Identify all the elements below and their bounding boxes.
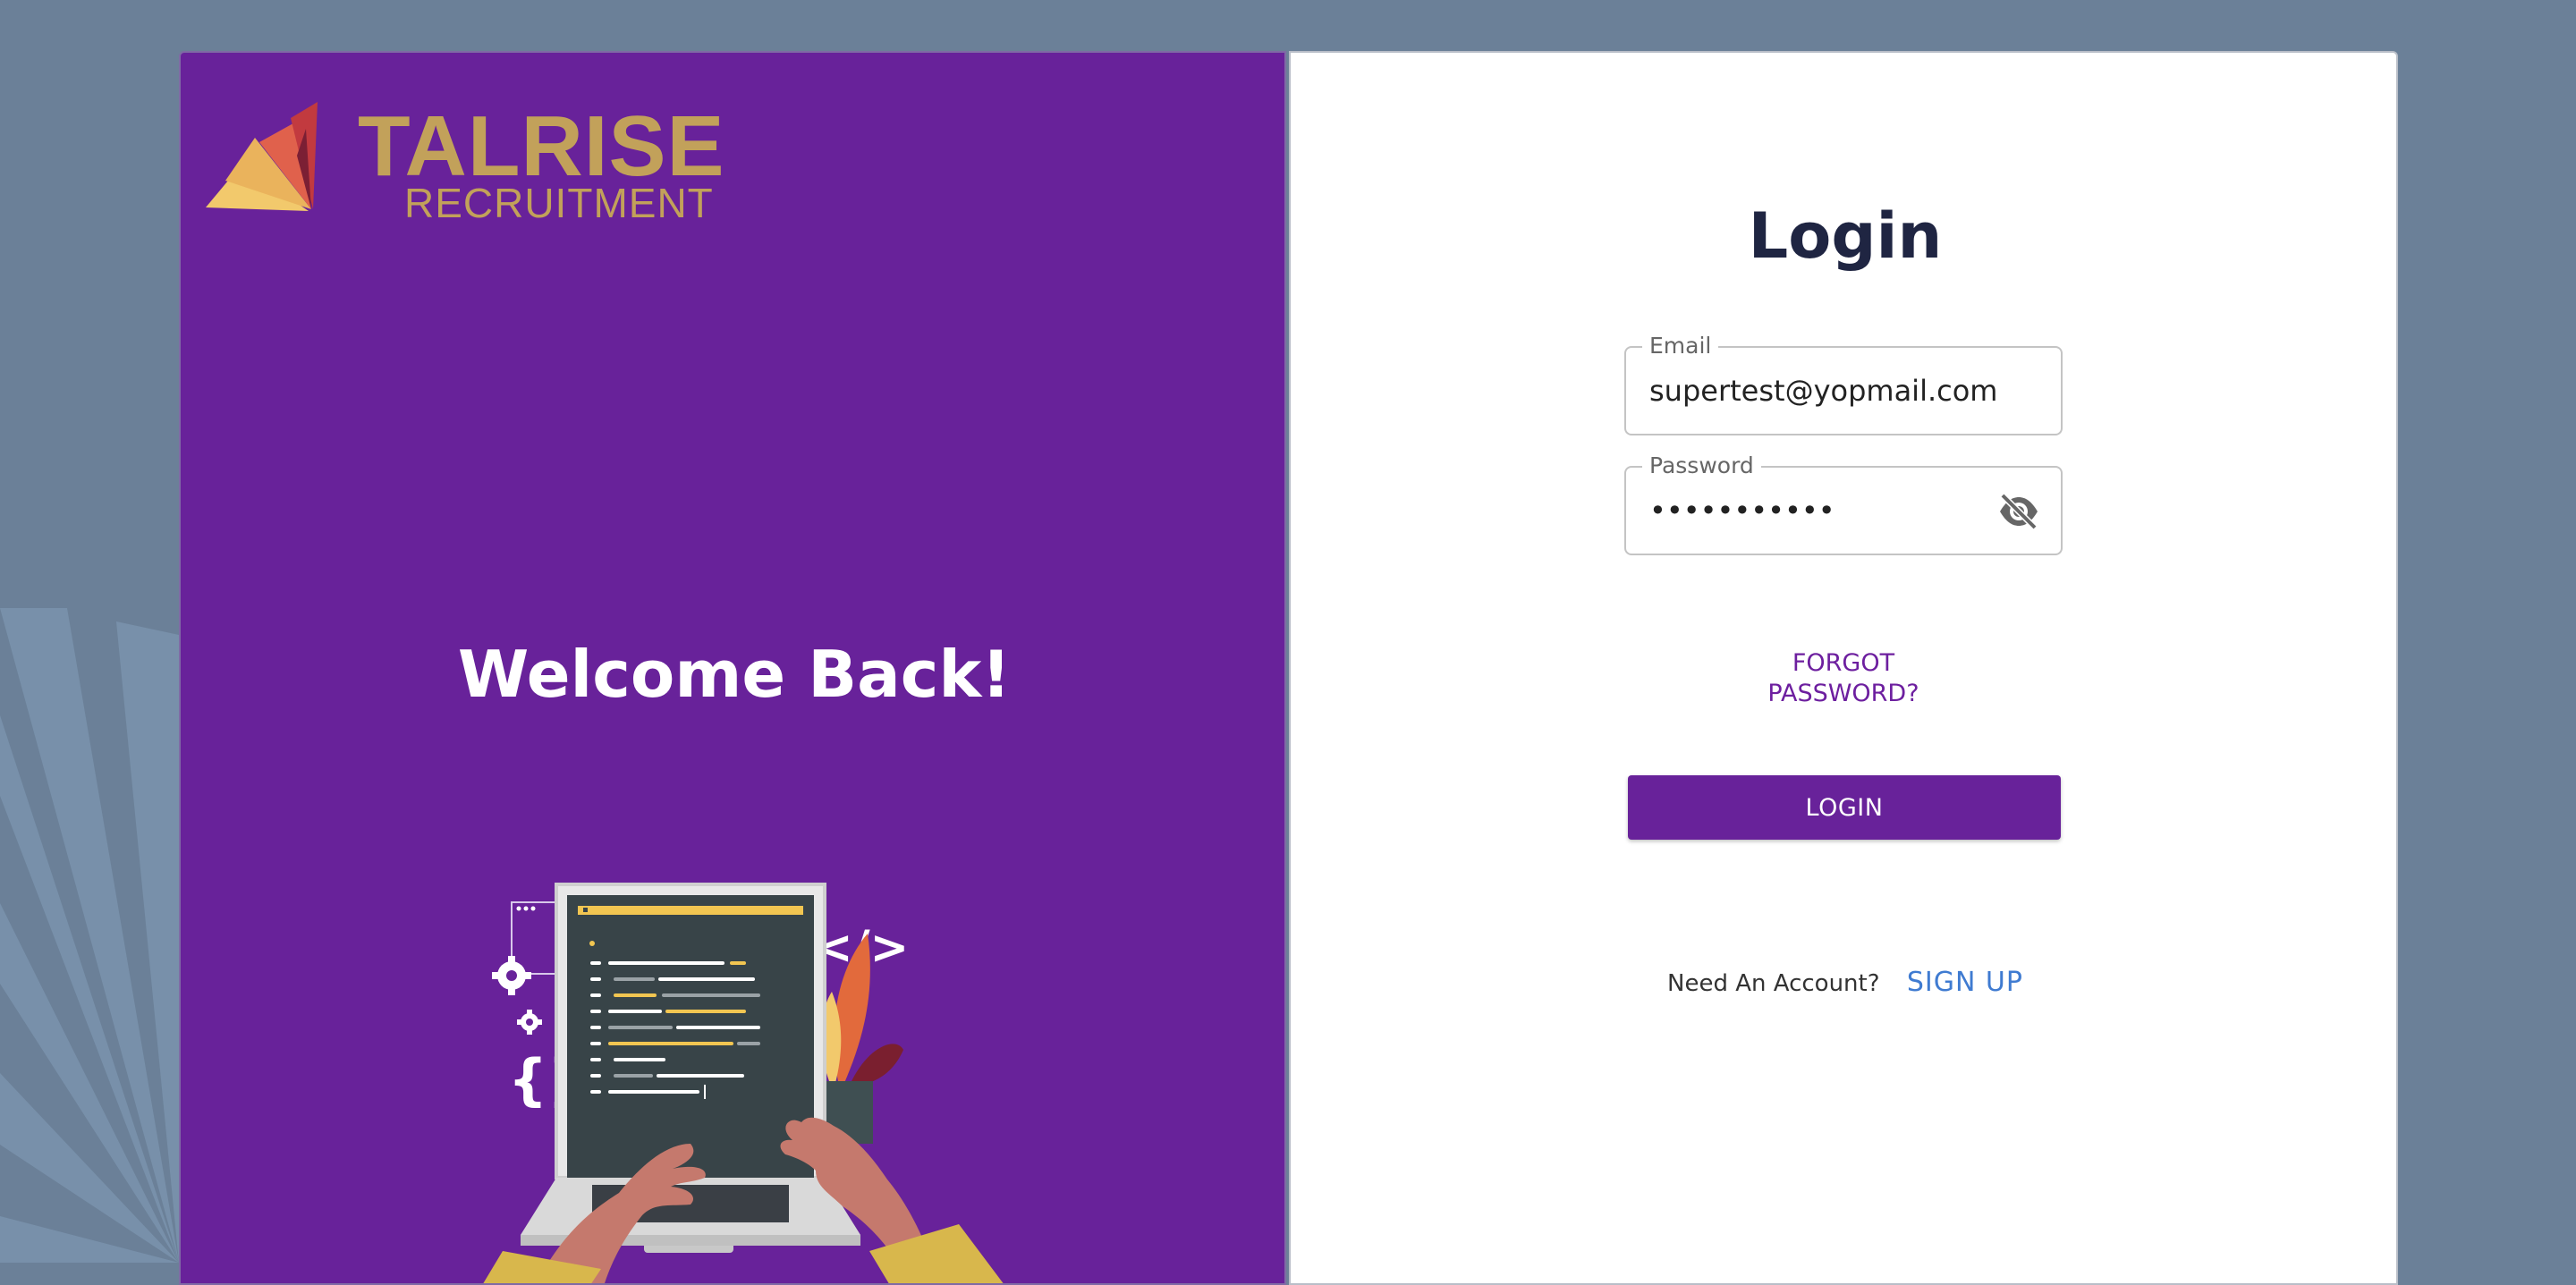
login-button[interactable]: LOGIN [1628,775,2061,840]
login-panel: Login Email supertest@yopmail.com Passwo… [1289,51,2398,1285]
logo-name: TALRISE [358,98,725,194]
welcome-heading: Welcome Back! [457,637,1012,712]
small-gear-icon [517,1010,542,1035]
login-title: Login [1748,199,1943,273]
flame-icon [206,102,318,211]
email-label: Email [1642,334,1719,359]
eye-off-icon [2000,493,2038,530]
signup-row: Need An Account? SIGN UP [1291,965,2400,1002]
need-account-text: Need An Account? [1667,970,1880,997]
password-label: Password [1642,453,1761,478]
logo-subtitle: RECRUITMENT [404,180,714,226]
laptop-coding-illustration: {} </> [483,883,1004,1283]
forgot-password-line1: FORGOT [1792,649,1895,677]
welcome-panel: TALRISE RECRUITMENT Welcome Back! {} </> [179,51,1286,1285]
background-rays-decoration [0,608,179,1263]
password-field[interactable]: Password ••••••••••• [1624,453,2063,555]
forgot-password-line2: PASSWORD? [1767,680,1919,707]
email-field[interactable]: Email supertest@yopmail.com [1624,334,2063,435]
gear-icon [492,956,531,995]
password-input[interactable]: ••••••••••• [1649,493,1835,528]
forgot-password-link[interactable]: FORGOT PASSWORD? [1624,648,2063,709]
toggle-password-visibility-button[interactable] [1996,491,2041,532]
talrise-logo: TALRISE RECRUITMENT [206,102,724,227]
sign-up-link[interactable]: SIGN UP [1907,967,2023,998]
email-input[interactable]: supertest@yopmail.com [1649,373,1997,409]
